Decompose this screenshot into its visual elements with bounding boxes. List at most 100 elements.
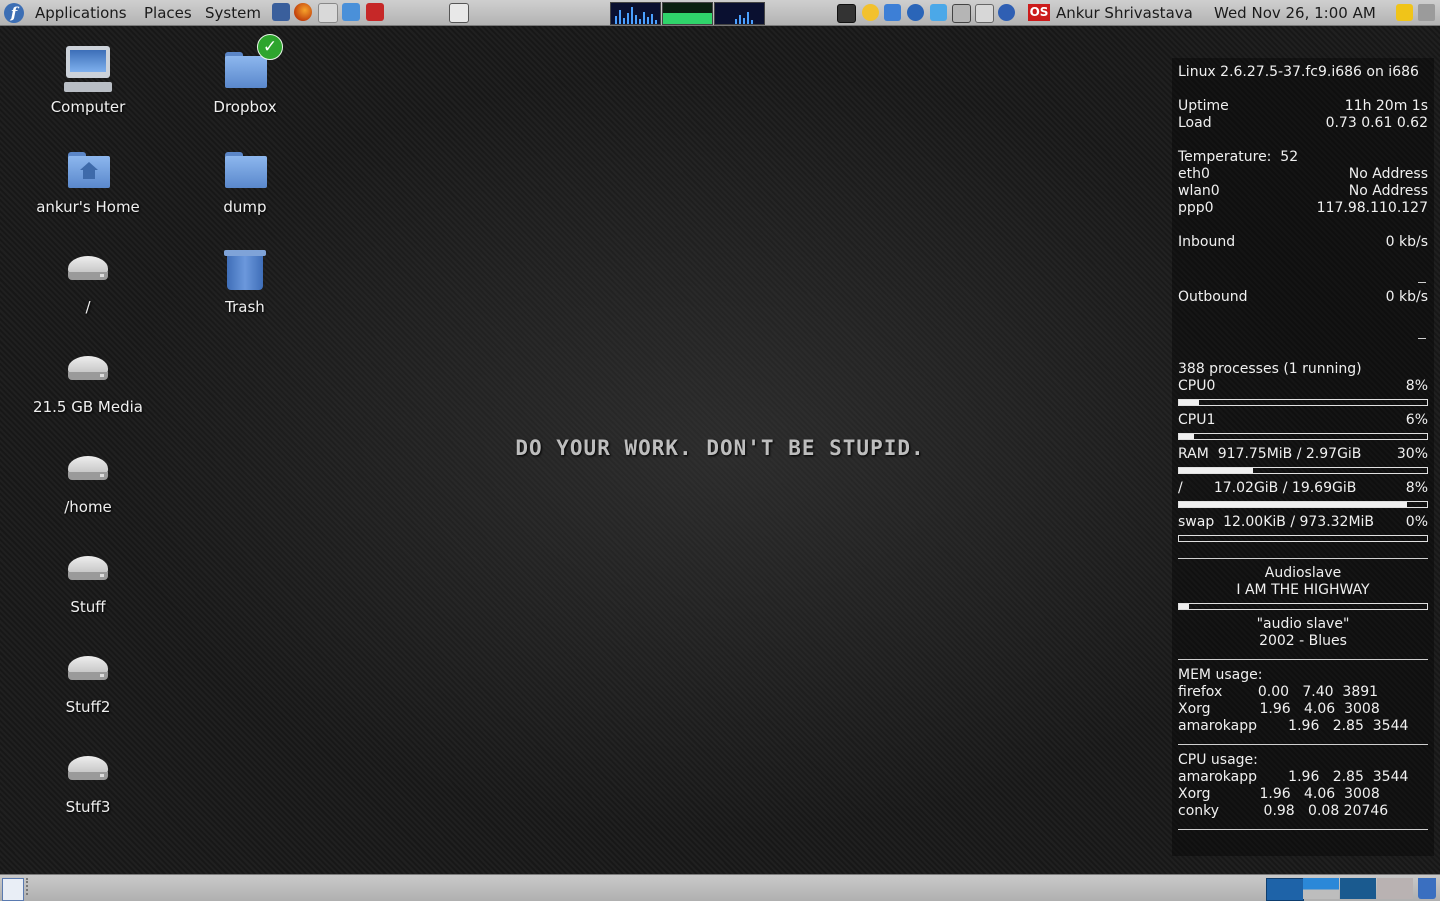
printer-icon[interactable] [975, 4, 994, 23]
network-icon[interactable] [952, 4, 971, 23]
trash-icon [219, 246, 271, 294]
applications-menu[interactable]: Applications [35, 0, 127, 25]
desktop-icon-label: Stuff3 [65, 798, 111, 816]
outbound-value: 0 kb/s [1385, 289, 1428, 305]
uptime-label: Uptime [1178, 98, 1229, 114]
star-icon[interactable] [862, 4, 879, 21]
clock[interactable]: Wed Nov 26, 1:00 AM [1214, 0, 1376, 25]
fedora-logo-icon[interactable]: f [4, 0, 28, 25]
cpu1-row: CPU1 6% [1178, 412, 1428, 429]
dropbox-folder-icon: ✓ [219, 34, 283, 94]
document-icon[interactable] [342, 3, 360, 21]
panel-handle[interactable] [26, 878, 32, 895]
workspace-4[interactable] [1377, 878, 1413, 899]
update-icon[interactable] [907, 4, 924, 21]
mail-icon[interactable] [318, 3, 338, 23]
drive-icon [62, 646, 114, 694]
desktop-icon-stuff3-drive[interactable]: Stuff3 [23, 746, 153, 816]
notes-icon[interactable] [1396, 4, 1413, 21]
dropbox-tray-icon[interactable] [930, 4, 947, 21]
desktop-icon-trash[interactable]: Trash [180, 246, 310, 316]
desktop-icon-stuff-drive[interactable]: Stuff [23, 546, 153, 616]
desktop-icon-stuff2-drive[interactable]: Stuff2 [23, 646, 153, 716]
system-menu[interactable]: System [205, 0, 261, 25]
check-icon: ✓ [257, 34, 283, 60]
screenshot-icon[interactable] [449, 3, 469, 23]
drive-icon [62, 746, 114, 794]
load-row: Load 0.73 0.61 0.62 [1178, 115, 1428, 132]
divider [1178, 829, 1428, 830]
phone-icon[interactable] [366, 3, 384, 21]
ram-value: 30% [1396, 446, 1428, 462]
desktop-icon-label: Computer [50, 98, 126, 116]
inbound-graph [1418, 282, 1426, 283]
desktop-icon-root-drive[interactable]: / [23, 246, 153, 316]
desktop-icon-label: Dropbox [213, 98, 277, 116]
trash-applet-icon[interactable] [1418, 878, 1436, 899]
desktop-icon-computer[interactable]: Computer [23, 46, 153, 116]
desktop-icon-label: Trash [225, 298, 265, 316]
desktop-icon-dump[interactable]: dump [180, 146, 310, 216]
cpu-usage-row: conky 0.98 0.08 20746 [1178, 803, 1389, 819]
mem-usage-row: firefox 0.00 7.40 3891 [1178, 684, 1379, 700]
uptime-value: 11h 20m 1s [1344, 98, 1428, 114]
bottom-panel [0, 874, 1440, 901]
conky-monitor: Linux 2.6.27.5-37.fc9.i686 on i686 Uptim… [1172, 58, 1434, 856]
drive-icon [62, 346, 114, 394]
workspace-1[interactable] [1266, 878, 1304, 901]
firefox-icon[interactable] [294, 3, 312, 21]
os-tray-icon[interactable]: OS [1028, 4, 1050, 21]
workspace-2[interactable] [1303, 878, 1339, 899]
swap-bar [1178, 535, 1428, 542]
divider [1178, 558, 1428, 559]
cpu0-row: CPU0 8% [1178, 378, 1428, 395]
process-count: 388 processes (1 running) [1178, 361, 1362, 377]
outbound-graph [1418, 338, 1426, 339]
load-label: Load [1178, 115, 1212, 131]
desktop-icon-home[interactable]: ankur's Home [23, 146, 153, 216]
top-panel: f Applications Places System OS Ankur Sh… [0, 0, 1440, 26]
mem-usage-row: Xorg 1.96 4.06 3008 [1178, 701, 1380, 717]
cpu-usage-row: amarokapp 1.96 2.85 3544 [1178, 769, 1409, 785]
home-folder-icon [62, 146, 114, 194]
bluetooth-icon[interactable] [998, 4, 1015, 21]
workspace-tray-icon[interactable] [837, 4, 856, 23]
iface-address: No Address [1348, 166, 1428, 182]
load-value: 0.73 0.61 0.62 [1325, 115, 1428, 131]
ram-bar [1178, 467, 1428, 474]
root-fs-value: 8% [1405, 480, 1428, 496]
cpu-graph[interactable] [610, 2, 661, 25]
root-fs-label: / 17.02GiB / 19.69GiB [1178, 480, 1357, 496]
memory-graph[interactable] [662, 2, 713, 25]
iface-address: No Address [1348, 183, 1428, 199]
desktop-icon-label: Stuff2 [65, 698, 111, 716]
drive-icon [62, 546, 114, 594]
music-title: I AM THE HIGHWAY [1236, 582, 1370, 598]
save-icon[interactable] [272, 3, 290, 21]
workspace-3[interactable] [1340, 878, 1376, 899]
volume-icon[interactable] [1418, 4, 1435, 21]
desktop-icon-label: /home [64, 498, 112, 516]
cpu0-value: 8% [1405, 378, 1428, 394]
computer-icon [62, 46, 114, 94]
drive-icon [62, 246, 114, 294]
desktop-icon-media-drive[interactable]: 21.5 GB Media [23, 346, 153, 416]
desktop-icon-label: / [85, 298, 91, 316]
cpu-usage-row: Xorg 1.96 4.06 3008 [1178, 786, 1380, 802]
iface-name: ppp0 [1178, 200, 1214, 216]
desktop-icon-dropbox[interactable]: ✓ Dropbox [180, 34, 310, 116]
swap-row: swap 12.00KiB / 973.32MiB 0% [1178, 514, 1428, 531]
root-fs-row: / 17.02GiB / 19.69GiB 8% [1178, 480, 1428, 497]
cpu-usage-title: CPU usage: [1178, 752, 1258, 768]
iface-address: 117.98.110.127 [1316, 200, 1428, 216]
cpu1-label: CPU1 [1178, 412, 1216, 428]
temperature: Temperature: 52 [1178, 149, 1299, 165]
desktop-icon-home-drive[interactable]: /home [23, 446, 153, 516]
network-graph[interactable] [714, 2, 765, 25]
root-fs-bar [1178, 501, 1428, 508]
music-progress-bar [1178, 603, 1428, 610]
user-name[interactable]: Ankur Shrivastava [1056, 0, 1193, 25]
pointer-icon[interactable] [884, 4, 901, 21]
show-desktop-icon[interactable] [2, 878, 24, 901]
places-menu[interactable]: Places [144, 0, 192, 25]
